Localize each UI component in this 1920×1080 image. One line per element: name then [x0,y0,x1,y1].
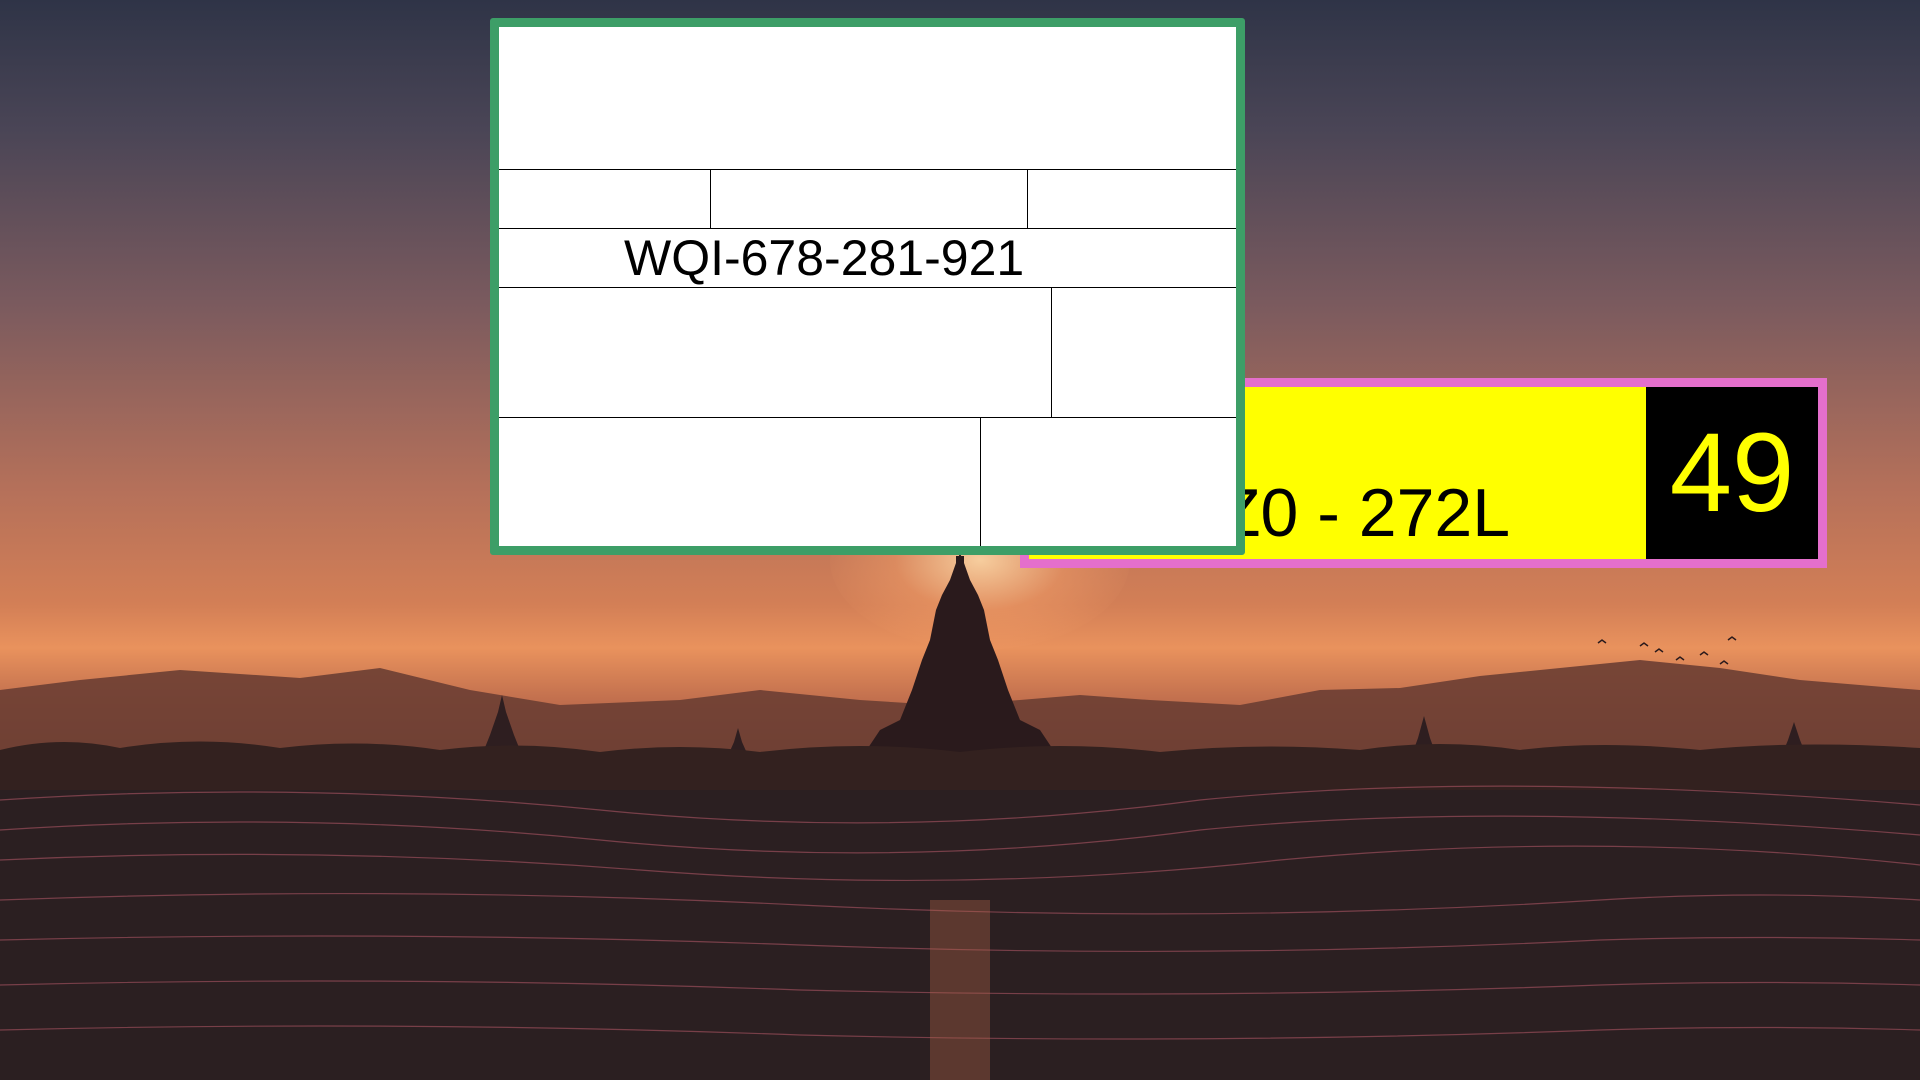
form-row-four [499,288,1236,418]
birds [1597,636,1737,665]
form-cell-4a [499,288,1052,417]
form-id-code: WQI-678-281-921 [624,230,1025,286]
form-cell-2c [1028,170,1236,228]
form-cell-2a [499,170,711,228]
form-row-header [499,27,1236,170]
form-row-two [499,170,1236,229]
form-card: WQI-678-281-921 [490,18,1245,555]
form-cell-5b [981,418,1236,546]
plate-number-box: 49 [1646,387,1818,559]
plate-code-text: Z0 - 272L [1219,475,1511,551]
form-cell-4b [1052,288,1236,417]
plate-number-text: 49 [1669,410,1795,535]
form-cell-5a [499,418,981,546]
water-reflection [930,900,990,1080]
form-row-id: WQI-678-281-921 [499,229,1236,288]
temple-spire [956,556,964,586]
form-row-five [499,418,1236,546]
form-cell-header [499,27,1236,169]
form-cell-2b [711,170,1028,228]
background-scene: Z0 - 272L 49 WQI-678-281-921 [0,0,1920,1080]
